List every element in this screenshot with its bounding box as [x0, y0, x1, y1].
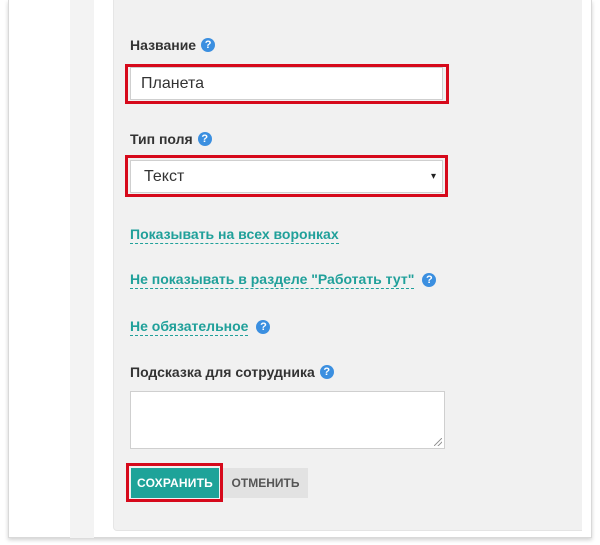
show-all-funnels-row: Показывать на всех воронках [130, 226, 339, 244]
resize-grip-icon[interactable] [434, 438, 442, 446]
show-all-funnels-link[interactable]: Показывать на всех воронках [130, 226, 339, 244]
hint-label: Подсказка для сотрудника [130, 364, 315, 380]
name-label-row: Название ? [130, 37, 216, 53]
optional-link[interactable]: Не обязательное [130, 318, 249, 336]
name-help-icon[interactable]: ? [201, 38, 216, 52]
field-type-selected: Текст [144, 168, 185, 185]
name-label: Название [130, 37, 197, 53]
field-type-label: Тип поля [130, 131, 193, 147]
optional-help-icon[interactable]: ? [256, 320, 271, 334]
field-type-help-icon[interactable]: ? [197, 132, 212, 146]
hint-label-row: Подсказка для сотрудника ? [130, 364, 334, 380]
caret-down-icon: ▾ [430, 171, 436, 182]
hide-work-here-link[interactable]: Не показывать в разделе "Работать тут" [130, 271, 415, 289]
name-input[interactable]: Планета [130, 67, 443, 100]
field-type-select[interactable]: Текст ▾ [130, 160, 443, 193]
cancel-button[interactable]: Отменить [223, 468, 308, 498]
save-button[interactable]: Сохранить [131, 468, 219, 498]
hint-textarea[interactable] [130, 391, 445, 449]
field-type-label-row: Тип поля ? [130, 131, 212, 147]
hide-work-here-help-icon[interactable]: ? [422, 273, 437, 287]
hide-work-here-row: Не показывать в разделе "Работать тут" ? [130, 271, 437, 289]
hint-help-icon[interactable]: ? [319, 365, 334, 379]
left-sidebar-strip [70, 0, 94, 538]
optional-row: Не обязательное ? [130, 318, 271, 336]
